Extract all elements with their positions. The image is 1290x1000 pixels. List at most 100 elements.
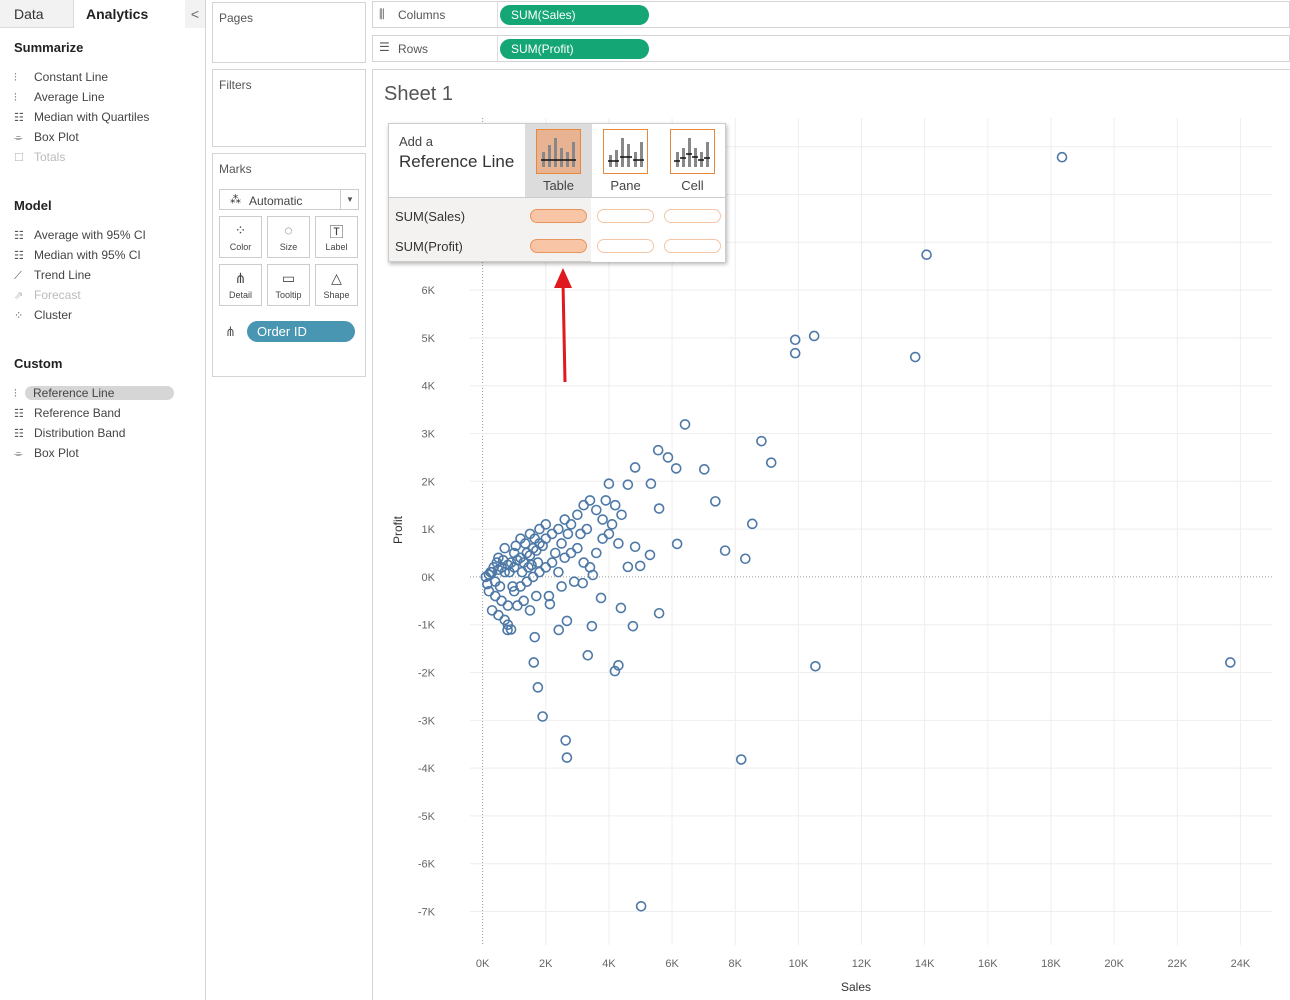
data-point[interactable] bbox=[584, 562, 596, 573]
data-point[interactable] bbox=[578, 499, 589, 511]
data-point[interactable] bbox=[565, 519, 577, 530]
data-point[interactable] bbox=[559, 552, 571, 564]
data-point[interactable] bbox=[496, 595, 507, 607]
data-point[interactable] bbox=[524, 605, 536, 616]
data-point[interactable] bbox=[561, 615, 573, 627]
data-point[interactable] bbox=[556, 538, 567, 549]
data-point[interactable] bbox=[568, 576, 580, 587]
data-point[interactable] bbox=[572, 509, 583, 521]
data-point[interactable] bbox=[486, 605, 498, 616]
data-point[interactable] bbox=[634, 560, 646, 572]
data-point[interactable] bbox=[719, 545, 731, 556]
data-point[interactable] bbox=[549, 547, 561, 559]
add-reference-line-popup: Add a Reference Line Table Pane Cell SUM… bbox=[388, 123, 726, 262]
scope-cell[interactable]: Cell bbox=[659, 124, 726, 197]
data-point[interactable] bbox=[670, 463, 682, 474]
data-point[interactable] bbox=[512, 600, 523, 611]
data-point[interactable] bbox=[553, 566, 564, 578]
data-point[interactable] bbox=[613, 538, 624, 549]
data-point[interactable] bbox=[584, 495, 596, 506]
data-point[interactable] bbox=[615, 602, 627, 614]
data-point[interactable] bbox=[597, 533, 608, 544]
data-point[interactable] bbox=[652, 444, 664, 456]
data-point[interactable] bbox=[679, 419, 691, 430]
scope-pane[interactable]: Pane bbox=[592, 124, 659, 197]
data-point[interactable] bbox=[765, 457, 777, 468]
x-tick-label: 6K bbox=[665, 958, 679, 970]
data-point[interactable] bbox=[653, 503, 665, 514]
data-point[interactable] bbox=[502, 600, 514, 611]
scope-label: Pane bbox=[610, 178, 641, 193]
data-point[interactable] bbox=[499, 542, 511, 554]
data-point[interactable] bbox=[735, 754, 747, 765]
data-point[interactable] bbox=[810, 661, 821, 672]
data-point[interactable] bbox=[698, 464, 710, 475]
data-point[interactable] bbox=[616, 509, 627, 521]
data-point[interactable] bbox=[575, 528, 586, 540]
data-point[interactable] bbox=[565, 547, 577, 559]
data-point[interactable] bbox=[529, 631, 541, 643]
data-point[interactable] bbox=[808, 330, 820, 342]
data-point[interactable] bbox=[553, 624, 565, 636]
data-point[interactable] bbox=[546, 528, 558, 540]
data-point[interactable] bbox=[597, 514, 608, 525]
data-point[interactable] bbox=[609, 499, 621, 511]
data-point[interactable] bbox=[534, 566, 545, 578]
data-point[interactable] bbox=[909, 351, 921, 363]
data-point[interactable] bbox=[531, 590, 542, 602]
x-tick-label: 12K bbox=[852, 958, 872, 970]
data-point[interactable] bbox=[710, 496, 721, 507]
data-point[interactable] bbox=[740, 553, 751, 565]
y-tick-label: -1K bbox=[418, 620, 436, 632]
data-point[interactable] bbox=[516, 566, 528, 578]
data-point[interactable] bbox=[627, 620, 639, 632]
y-tick-label: -4K bbox=[418, 763, 436, 775]
data-point[interactable] bbox=[644, 549, 656, 561]
popup-subtitle: Add a bbox=[399, 134, 433, 149]
data-point[interactable] bbox=[532, 682, 544, 693]
data-point[interactable] bbox=[560, 735, 571, 746]
sales-pane-target[interactable] bbox=[597, 209, 654, 223]
data-point[interactable] bbox=[629, 541, 641, 553]
data-point[interactable] bbox=[528, 657, 540, 668]
profit-table-target[interactable] bbox=[530, 239, 587, 253]
data-point[interactable] bbox=[1225, 657, 1236, 668]
data-point[interactable] bbox=[586, 620, 598, 632]
data-point[interactable] bbox=[622, 561, 634, 573]
data-point[interactable] bbox=[921, 249, 932, 261]
cell-scope-icon bbox=[670, 129, 715, 174]
data-point[interactable] bbox=[577, 577, 589, 589]
scope-table[interactable]: Table bbox=[525, 124, 592, 197]
data-point[interactable] bbox=[521, 576, 533, 587]
data-point[interactable] bbox=[590, 547, 602, 559]
profit-pane-target[interactable] bbox=[597, 239, 654, 253]
data-point[interactable] bbox=[489, 590, 501, 602]
data-point[interactable] bbox=[746, 518, 758, 530]
profit-cell-target[interactable] bbox=[664, 239, 721, 253]
x-tick-label: 16K bbox=[978, 958, 998, 970]
data-point[interactable] bbox=[645, 478, 657, 489]
data-point[interactable] bbox=[518, 595, 529, 607]
data-point[interactable] bbox=[572, 542, 583, 554]
sales-table-target[interactable] bbox=[530, 209, 587, 223]
data-point[interactable] bbox=[671, 538, 683, 550]
sales-cell-target[interactable] bbox=[664, 209, 721, 223]
data-point[interactable] bbox=[556, 581, 567, 592]
y-tick-label: 4K bbox=[422, 381, 436, 393]
data-point[interactable] bbox=[561, 752, 573, 763]
data-point[interactable] bbox=[595, 592, 607, 604]
data-point[interactable] bbox=[578, 557, 589, 568]
data-point[interactable] bbox=[493, 609, 504, 621]
data-point[interactable] bbox=[590, 504, 602, 516]
data-point[interactable] bbox=[559, 514, 571, 525]
data-point[interactable] bbox=[582, 650, 594, 661]
data-point[interactable] bbox=[635, 900, 647, 912]
data-point[interactable] bbox=[629, 462, 641, 473]
data-point[interactable] bbox=[1056, 151, 1068, 163]
data-point[interactable] bbox=[562, 528, 574, 540]
data-point[interactable] bbox=[653, 607, 665, 619]
data-point[interactable] bbox=[756, 435, 767, 447]
data-point[interactable] bbox=[662, 452, 674, 463]
y-tick-label: -3K bbox=[418, 715, 436, 727]
data-point[interactable] bbox=[546, 557, 558, 568]
